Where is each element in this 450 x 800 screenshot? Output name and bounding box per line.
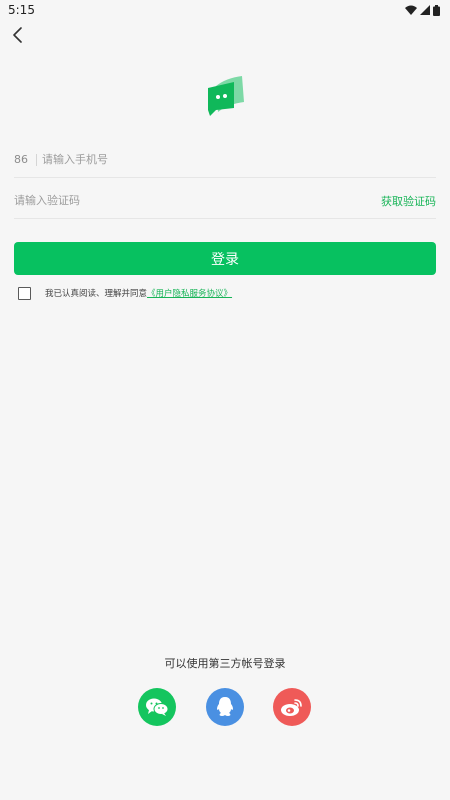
app-logo-icon (208, 76, 244, 116)
battery-icon (433, 4, 440, 16)
field-divider (36, 153, 37, 166)
country-code[interactable]: 86 (14, 153, 36, 166)
code-field-row: 获取验证码 (14, 183, 436, 219)
weibo-login-button[interactable] (273, 688, 311, 726)
wifi-icon (405, 5, 417, 15)
agreement-checkbox[interactable] (18, 286, 31, 300)
get-code-button[interactable]: 获取验证码 (381, 193, 436, 209)
wechat-login-button[interactable] (138, 688, 176, 726)
status-time: 5:15 (8, 3, 35, 17)
back-button[interactable] (6, 24, 30, 46)
status-bar: 5:15 (0, 0, 450, 20)
phone-field-row: 86 (14, 142, 436, 178)
wechat-icon (146, 698, 169, 716)
phone-input[interactable] (42, 153, 436, 166)
signal-icon (420, 5, 430, 15)
agreement-row: 我已认真阅读、理解并同意 《用户隐私服务协议》 (18, 285, 232, 301)
privacy-agreement-link[interactable]: 《用户隐私服务协议》 (147, 287, 232, 299)
verification-code-input[interactable] (14, 194, 381, 207)
qq-icon (217, 697, 233, 716)
status-icons (405, 4, 440, 16)
back-arrow-icon (13, 27, 22, 43)
weibo-icon (281, 699, 302, 716)
agreement-text: 我已认真阅读、理解并同意 (45, 289, 148, 299)
third-party-login-title: 可以使用第三方帐号登录 (164, 657, 286, 670)
login-button[interactable]: 登录 (14, 242, 436, 275)
qq-login-button[interactable] (206, 688, 244, 726)
